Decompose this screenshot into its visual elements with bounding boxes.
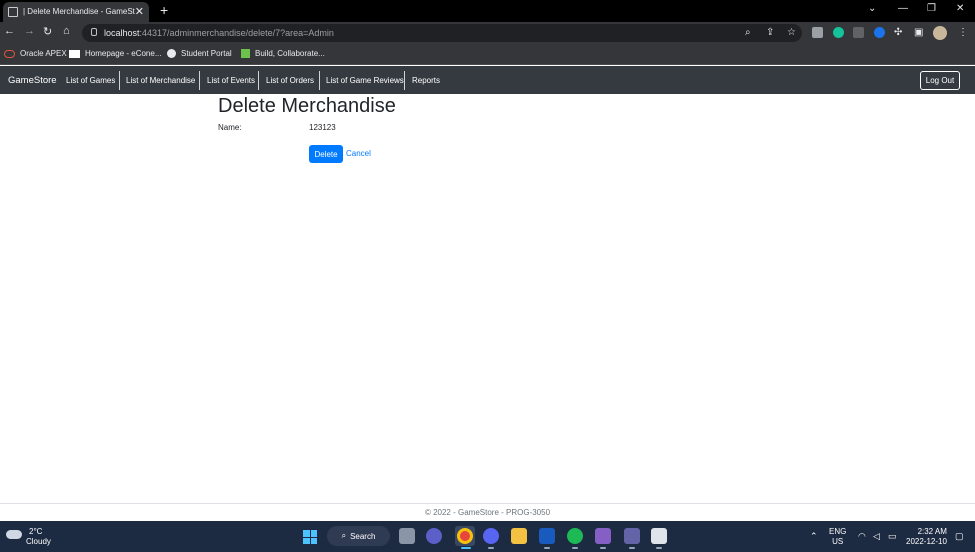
minimize-icon[interactable]: — <box>898 3 908 14</box>
back-icon[interactable]: ← <box>4 25 15 37</box>
bookmarks-bar: Oracle APEX Homepage - eCone... Student … <box>0 44 975 65</box>
profile-avatar[interactable] <box>933 26 947 40</box>
forward-icon[interactable]: → <box>24 25 35 37</box>
bookmark-student-portal[interactable]: Student Portal <box>167 49 232 58</box>
url-host: localhost <box>104 28 140 38</box>
lang-bottom: US <box>832 537 844 546</box>
lang-top: ENG <box>829 527 847 536</box>
oracle-icon <box>4 49 15 58</box>
bookmark-oracle-apex[interactable]: Oracle APEX <box>4 49 67 58</box>
chat-icon[interactable] <box>426 528 442 544</box>
system-clock[interactable]: 2:32 AM 2022-12-10 <box>906 527 947 547</box>
language-indicator[interactable]: ENG US <box>829 527 846 547</box>
bookmark-label: Homepage - eCone... <box>85 49 162 58</box>
footer-divider <box>0 503 975 504</box>
footer-text: © 2022 - GameStore - PROG-3050 <box>424 508 551 517</box>
spotify-icon[interactable] <box>567 528 583 544</box>
delete-button[interactable]: Delete <box>309 145 343 163</box>
running-app-indicator <box>629 547 635 549</box>
wifi-icon[interactable]: ◠ <box>858 531 866 542</box>
extension-icon[interactable] <box>853 27 864 38</box>
close-tab-icon[interactable]: ✕ <box>135 5 144 18</box>
chevron-up-icon[interactable]: ⌃ <box>810 531 818 542</box>
nav-divider <box>199 71 200 90</box>
address-bar[interactable]: localhost:44317/adminmerchandise/delete/… <box>82 24 802 42</box>
nav-divider <box>319 71 320 90</box>
app-navbar: GameStore List of Games List of Merchand… <box>0 66 975 94</box>
globe-icon <box>167 49 176 58</box>
clock-date: 2022-12-10 <box>906 537 947 546</box>
nav-divider <box>404 71 405 90</box>
teams-icon[interactable] <box>624 528 640 544</box>
running-app-indicator <box>656 547 662 549</box>
taskbar-search-button[interactable]: ⌕ Search <box>327 526 390 546</box>
word-icon[interactable] <box>539 528 555 544</box>
restore-icon[interactable]: ❐ <box>927 3 936 14</box>
bookmark-build-collaborate[interactable]: Build, Collaborate... <box>241 49 325 58</box>
lock-icon <box>91 28 97 36</box>
running-app-indicator <box>544 547 550 549</box>
brand-link[interactable]: GameStore <box>8 75 57 86</box>
logout-button[interactable]: Log Out <box>920 71 960 90</box>
weather-condition[interactable]: Cloudy <box>26 537 51 546</box>
name-value: 123123 <box>309 123 336 132</box>
bookmark-homepage[interactable]: Homepage - eCone... <box>69 49 162 58</box>
running-app-indicator <box>572 547 578 549</box>
extension-icon[interactable] <box>874 27 885 38</box>
task-view-icon[interactable] <box>399 528 415 544</box>
url-text: localhost:44317/adminmerchandise/delete/… <box>104 28 334 38</box>
url-path: :44317/adminmerchandise/delete/7?area=Ad… <box>139 28 334 38</box>
nav-divider <box>119 71 120 90</box>
new-tab-icon[interactable]: + <box>160 2 168 18</box>
running-app-indicator <box>488 547 494 549</box>
battery-icon[interactable]: ▭ <box>888 531 897 542</box>
tab-search-chevron-icon[interactable]: ⌄ <box>868 3 876 14</box>
nav-divider <box>258 71 259 90</box>
nav-list-of-merchandise[interactable]: List of Merchandise <box>126 76 195 85</box>
bookmark-label: Oracle APEX <box>20 49 67 58</box>
clock-time: 2:32 AM <box>917 527 947 536</box>
menu-icon[interactable]: ⋮ <box>958 27 968 38</box>
tab-title: | Delete Merchandise - GameStore <box>23 7 135 16</box>
bookmark-label: Build, Collaborate... <box>255 49 325 58</box>
discord-icon[interactable] <box>483 528 499 544</box>
reload-icon[interactable]: ↻ <box>43 25 52 38</box>
nav-reports[interactable]: Reports <box>412 76 440 85</box>
active-app-indicator <box>461 547 471 549</box>
zoom-icon[interactable]: ⌕ <box>745 27 751 38</box>
windows-start-icon[interactable] <box>303 530 317 544</box>
site-icon <box>241 49 250 58</box>
visual-studio-icon[interactable] <box>595 528 611 544</box>
bookmark-star-icon[interactable]: ☆ <box>787 27 796 38</box>
running-app-indicator <box>600 547 606 549</box>
page-favicon-icon <box>8 7 18 17</box>
share-icon[interactable]: ⇪ <box>766 27 774 38</box>
nav-list-of-game-reviews[interactable]: List of Game Reviews <box>326 76 404 85</box>
bookmark-label: Student Portal <box>181 49 232 58</box>
search-icon: ⌕ <box>341 531 347 540</box>
nav-list-of-events[interactable]: List of Events <box>207 76 255 85</box>
site-icon <box>69 49 80 58</box>
search-label: Search <box>350 531 376 541</box>
side-panel-icon[interactable]: ▣ <box>914 27 923 38</box>
chrome-icon[interactable] <box>457 528 473 544</box>
volume-icon[interactable]: ◁ <box>873 531 880 542</box>
nav-list-of-orders[interactable]: List of Orders <box>266 76 314 85</box>
cancel-link[interactable]: Cancel <box>346 149 371 158</box>
extension-icon[interactable] <box>812 27 823 38</box>
close-window-icon[interactable]: ✕ <box>956 3 964 14</box>
puzzle-extensions-icon[interactable]: ✣ <box>894 27 902 38</box>
page-title: Delete Merchandise <box>218 95 396 117</box>
snipping-tool-icon[interactable] <box>651 528 667 544</box>
browser-tab[interactable]: | Delete Merchandise - GameStore ✕ <box>3 2 149 22</box>
weather-temperature[interactable]: 2°C <box>29 527 42 536</box>
file-explorer-icon[interactable] <box>511 528 527 544</box>
name-label: Name: <box>218 123 242 132</box>
grammarly-icon[interactable] <box>833 27 844 38</box>
notification-icon[interactable]: ▢ <box>955 531 964 542</box>
cloud-icon[interactable] <box>6 530 22 539</box>
nav-list-of-games[interactable]: List of Games <box>66 76 115 85</box>
home-icon[interactable]: ⌂ <box>63 25 70 37</box>
